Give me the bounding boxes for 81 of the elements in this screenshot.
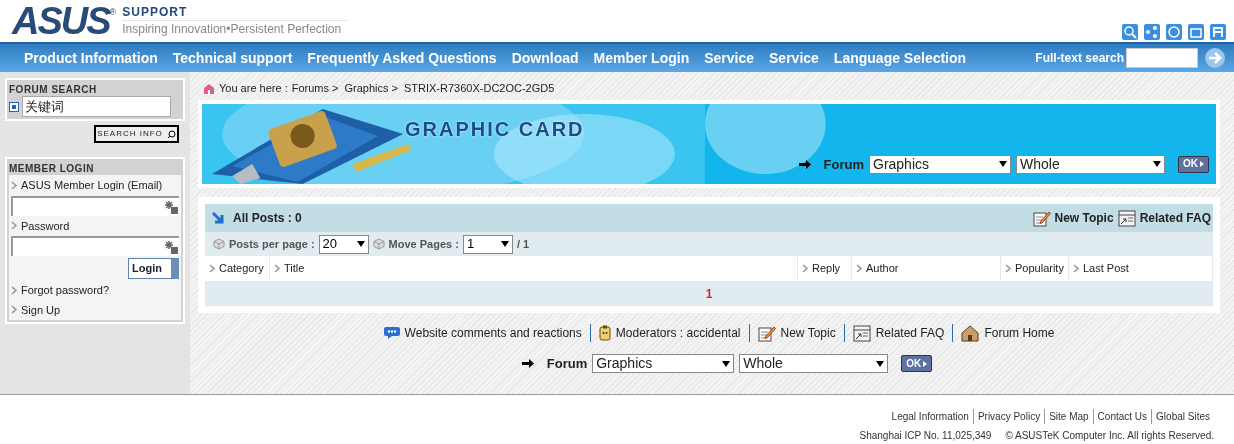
icp-number: Shanghai ICP No. 11,025,349 bbox=[859, 429, 992, 443]
chevron-icon bbox=[1005, 264, 1012, 273]
square-arrow-icon bbox=[9, 101, 19, 112]
arrow-right-icon bbox=[798, 159, 811, 169]
caret-icon bbox=[722, 360, 731, 367]
tagline: Inspiring Innovation•Persistent Perfection bbox=[122, 20, 348, 37]
registered-mark: ® bbox=[109, 6, 117, 17]
search-info-button[interactable]: SEARCH INFO bbox=[94, 125, 179, 143]
login-button[interactable]: Login bbox=[128, 258, 179, 279]
panel-title: FORUM SEARCH bbox=[9, 83, 98, 96]
asterisk-icon bbox=[164, 199, 178, 214]
caret-icon bbox=[1153, 161, 1161, 168]
posts-title: All Posts : 0 bbox=[233, 210, 302, 227]
edit-note-icon bbox=[1032, 209, 1051, 227]
forum-select[interactable]: Graphics bbox=[592, 354, 735, 374]
search-icon bbox=[166, 129, 176, 139]
breadcrumb-label: You are here : bbox=[219, 80, 288, 96]
legal-link[interactable]: Privacy Policy bbox=[972, 409, 1045, 424]
forum-label: Forum bbox=[823, 155, 864, 174]
house-icon bbox=[203, 82, 215, 94]
search-field[interactable] bbox=[1126, 48, 1198, 68]
page-total: / 1 bbox=[516, 236, 530, 252]
arrow-right-icon bbox=[521, 359, 534, 369]
breadcrumb-link[interactable]: Forums > bbox=[291, 79, 339, 97]
search-icon[interactable] bbox=[1122, 24, 1138, 40]
chevron-icon bbox=[856, 264, 863, 273]
cube-icon bbox=[213, 238, 225, 250]
caret-icon bbox=[999, 161, 1007, 168]
footer-link[interactable]: Moderators : accidental bbox=[615, 324, 741, 342]
house-icon bbox=[961, 324, 980, 342]
speech-bubble-icon bbox=[383, 326, 400, 340]
action-link[interactable]: Related FAQ bbox=[1139, 209, 1211, 227]
legal-link[interactable]: Legal Information bbox=[887, 409, 973, 424]
move-pages-label: Move Pages : bbox=[388, 236, 459, 252]
badge-icon bbox=[598, 325, 611, 341]
copyright: © ASUSTeK Computer Inc. All rights Reserved. bbox=[1005, 429, 1214, 443]
field-label: ASUS Member Login (Email) bbox=[21, 178, 163, 193]
chevron-icon bbox=[274, 264, 281, 273]
edit-note-icon bbox=[757, 324, 776, 342]
footer-link[interactable]: Website comments and reactions bbox=[404, 324, 582, 342]
arrow-right-icon[interactable] bbox=[1204, 47, 1226, 69]
banner-title: GRAPHIC CARD bbox=[405, 117, 585, 142]
legal-link[interactable]: Contact Us bbox=[1092, 409, 1152, 424]
chevron-icon bbox=[209, 264, 216, 273]
caret-icon bbox=[500, 241, 509, 247]
page-number[interactable]: 1 bbox=[705, 284, 713, 303]
action-link[interactable]: New Topic bbox=[1054, 209, 1114, 227]
brand-title: SUPPORT bbox=[122, 4, 189, 20]
password-field[interactable] bbox=[11, 236, 179, 256]
sidebar-link[interactable]: Sign Up bbox=[21, 301, 61, 318]
footer-link[interactable]: Forum Home bbox=[984, 324, 1055, 342]
triangle-right-icon bbox=[1200, 161, 1204, 168]
caret-icon bbox=[876, 360, 885, 367]
field-label: Password bbox=[21, 218, 70, 234]
cube-icon bbox=[372, 238, 385, 250]
chevron-icon bbox=[1073, 264, 1080, 273]
footer-link[interactable]: Related FAQ bbox=[875, 324, 945, 342]
asterisk-icon bbox=[164, 240, 178, 254]
chevron-icon bbox=[11, 221, 18, 231]
forum-label: Forum bbox=[546, 355, 588, 373]
footer-link[interactable]: New Topic bbox=[780, 324, 836, 342]
arrow-down-right-icon bbox=[211, 211, 225, 225]
email-field[interactable] bbox=[11, 195, 179, 216]
scope-select[interactable]: Whole bbox=[739, 354, 889, 374]
search-label: Full-text search bbox=[1035, 50, 1124, 67]
panel-title: MEMBER LOGIN bbox=[9, 162, 95, 175]
breadcrumb-link[interactable]: Graphics > bbox=[344, 79, 398, 97]
logo[interactable]: ASUS bbox=[12, 4, 110, 38]
page-select[interactable]: 1 bbox=[462, 234, 513, 254]
sidebar-link[interactable]: Forgot password? bbox=[21, 282, 110, 299]
chevron-icon bbox=[11, 180, 18, 190]
triangle-right-icon bbox=[923, 360, 928, 367]
per-page-label: Posts per page : bbox=[229, 236, 315, 252]
share-icon[interactable] bbox=[1144, 24, 1160, 40]
legal-link[interactable]: Global Sites bbox=[1151, 409, 1214, 424]
caret-icon bbox=[356, 241, 365, 247]
per-page-select[interactable]: 20 bbox=[318, 234, 369, 254]
legal-link[interactable]: Site Map bbox=[1044, 409, 1093, 424]
chevron-icon bbox=[802, 264, 809, 273]
keyword-field[interactable]: 关键词 bbox=[22, 96, 171, 117]
ok-button[interactable]: OK bbox=[901, 355, 933, 373]
